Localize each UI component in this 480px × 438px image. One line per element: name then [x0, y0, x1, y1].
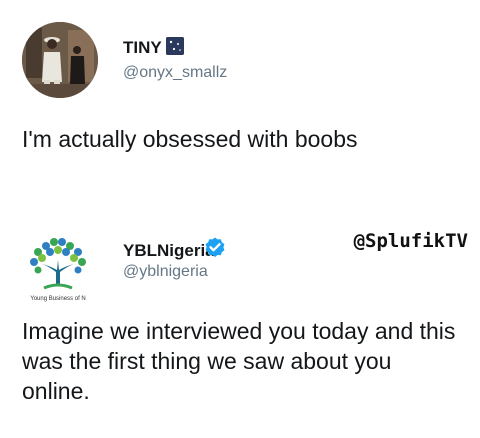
- avatar-photo: [22, 22, 98, 98]
- user-avatar[interactable]: [22, 22, 98, 98]
- night-sky-emoji-icon: [166, 37, 184, 55]
- tree-logo-icon: Young Business of N: [18, 232, 98, 312]
- verified-badge-icon: [203, 236, 227, 260]
- user-handle[interactable]: @onyx_smallz: [123, 64, 227, 82]
- logo-caption: Young Business of N: [30, 296, 85, 302]
- user-handle[interactable]: @yblnigeria: [123, 263, 208, 281]
- tweet-text: I'm actually obsessed with boobs: [22, 126, 358, 152]
- tweet-text: Imagine we interviewed you today and thi…: [22, 318, 456, 404]
- tweet-1: TINY @onyx_smallz I'm actually obsessed …: [0, 0, 480, 220]
- display-name[interactable]: YBLNigeria: [123, 241, 215, 261]
- user-avatar[interactable]: Young Business of N: [18, 232, 98, 312]
- watermark: @SplufikTV: [353, 230, 468, 252]
- display-name[interactable]: TINY: [123, 38, 162, 58]
- tweet-2: Young Business of N YBLNigeria @yblniger…: [0, 220, 480, 438]
